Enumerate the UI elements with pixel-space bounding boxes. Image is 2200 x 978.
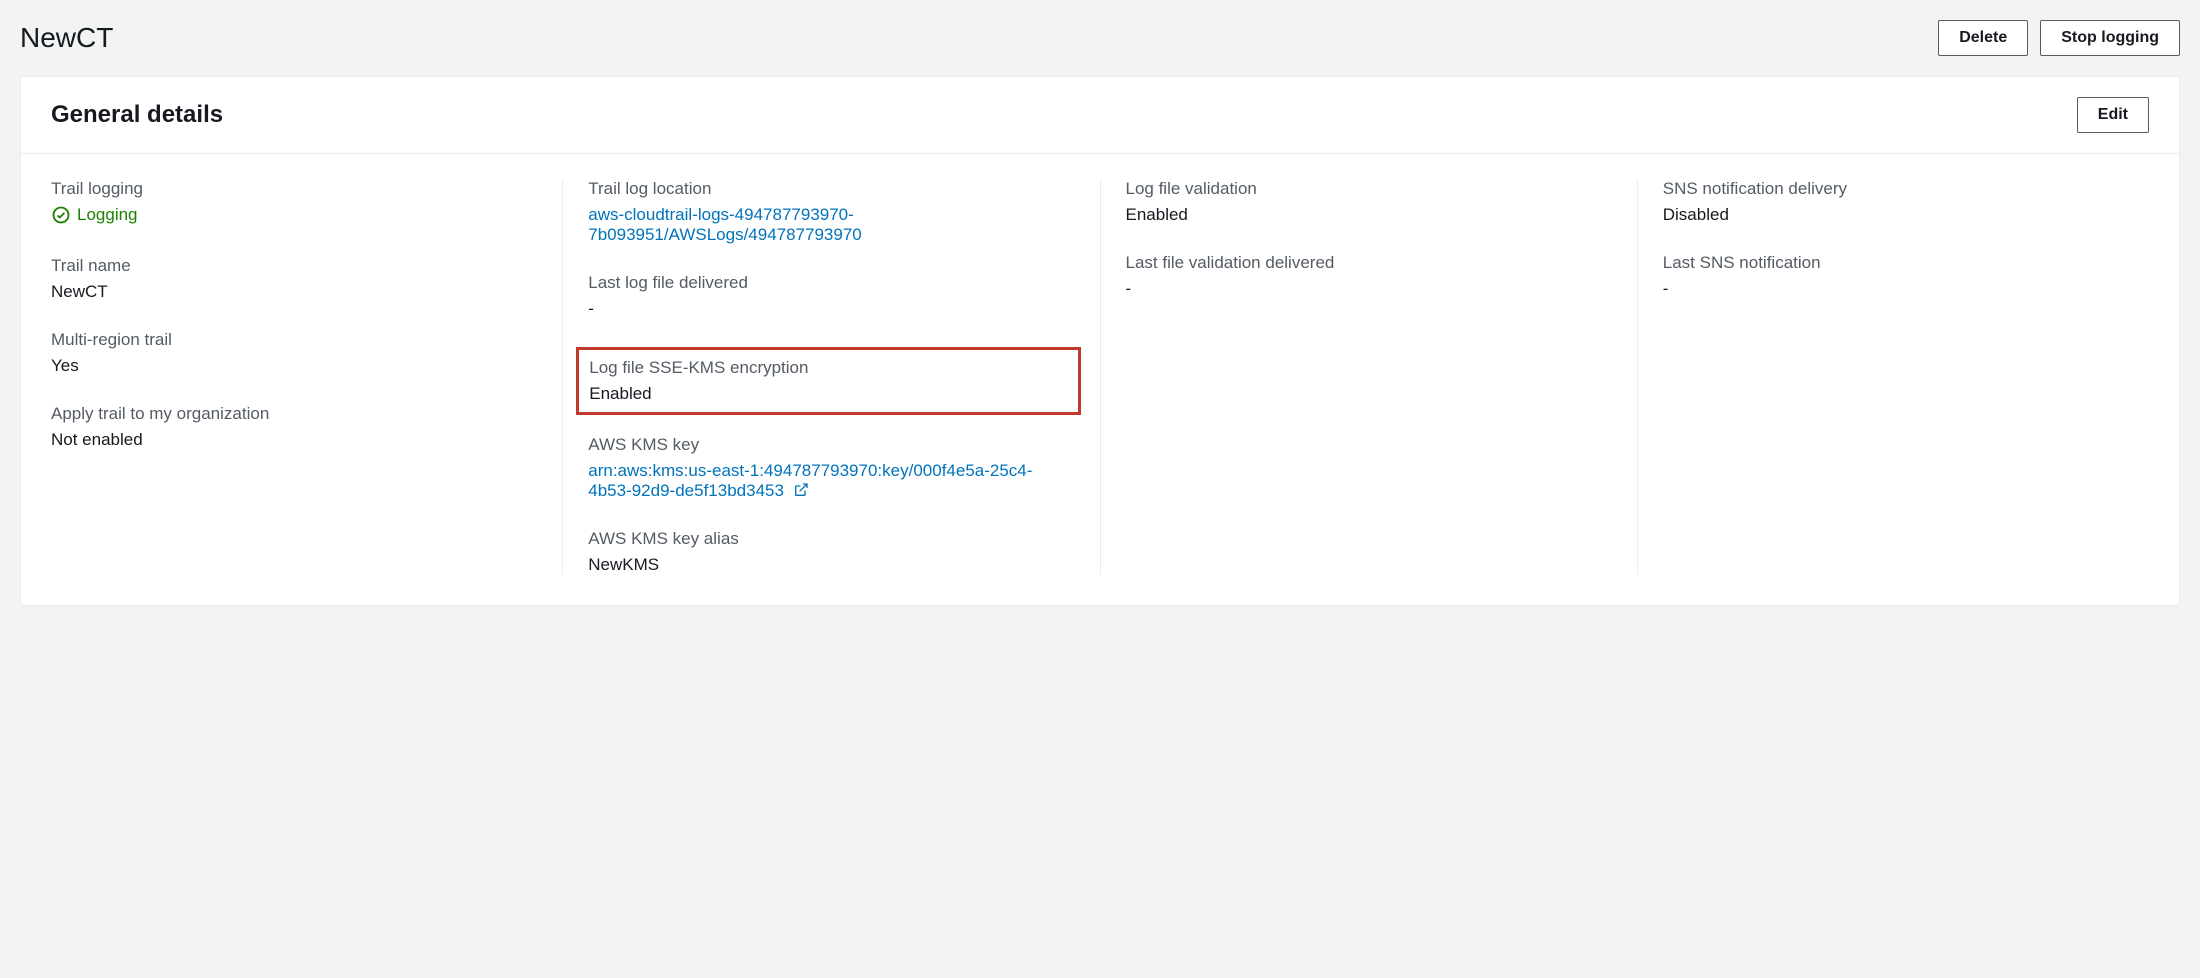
field-apply-org: Apply trail to my organization Not enabl… <box>51 404 537 450</box>
column-1: Trail logging Logging Trail name NewCT M… <box>51 179 562 575</box>
field-value: NewKMS <box>588 555 1074 575</box>
stop-logging-button[interactable]: Stop logging <box>2040 20 2180 56</box>
header-actions: Delete Stop logging <box>1938 20 2180 56</box>
field-label: Last log file delivered <box>588 273 1074 293</box>
kms-key-text: arn:aws:kms:us-east-1:494787793970:key/0… <box>588 461 1032 500</box>
field-sns: SNS notification delivery Disabled <box>1663 179 2149 225</box>
field-sse-kms: Log file SSE-KMS encryption Enabled <box>589 358 1067 404</box>
field-label: Last SNS notification <box>1663 253 2149 273</box>
field-label: AWS KMS key <box>588 435 1074 455</box>
field-last-sns: Last SNS notification - <box>1663 253 2149 299</box>
check-circle-icon <box>51 205 71 225</box>
status-logging: Logging <box>51 205 138 225</box>
field-value: - <box>1126 279 1612 299</box>
field-label: SNS notification delivery <box>1663 179 2149 199</box>
column-4: SNS notification delivery Disabled Last … <box>1637 179 2149 575</box>
panel-body: Trail logging Logging Trail name NewCT M… <box>21 154 2179 605</box>
field-trail-name: Trail name NewCT <box>51 256 537 302</box>
field-value: Yes <box>51 356 537 376</box>
general-details-panel: General details Edit Trail logging Loggi… <box>20 76 2180 606</box>
field-last-validation: Last file validation delivered - <box>1126 253 1612 299</box>
field-label: Last file validation delivered <box>1126 253 1612 273</box>
delete-button[interactable]: Delete <box>1938 20 2028 56</box>
field-log-validation: Log file validation Enabled <box>1126 179 1612 225</box>
field-label: Log file validation <box>1126 179 1612 199</box>
column-3: Log file validation Enabled Last file va… <box>1100 179 1637 575</box>
page-title: NewCT <box>20 22 113 54</box>
field-label: AWS KMS key alias <box>588 529 1074 549</box>
field-value: - <box>588 299 1074 319</box>
field-kms-alias: AWS KMS key alias NewKMS <box>588 529 1074 575</box>
panel-title: General details <box>51 101 223 129</box>
panel-header: General details Edit <box>21 77 2179 154</box>
edit-button[interactable]: Edit <box>2077 97 2149 133</box>
field-value: Disabled <box>1663 205 2149 225</box>
field-value: - <box>1663 279 2149 299</box>
field-value: Enabled <box>1126 205 1612 225</box>
field-last-log: Last log file delivered - <box>588 273 1074 319</box>
field-value: NewCT <box>51 282 537 302</box>
field-label: Trail log location <box>588 179 1074 199</box>
kms-key-link[interactable]: arn:aws:kms:us-east-1:494787793970:key/0… <box>588 461 1074 501</box>
field-label: Trail name <box>51 256 537 276</box>
field-label: Log file SSE-KMS encryption <box>589 358 1067 378</box>
field-multi-region: Multi-region trail Yes <box>51 330 537 376</box>
field-label: Multi-region trail <box>51 330 537 350</box>
field-trail-logging: Trail logging Logging <box>51 179 537 228</box>
field-label: Trail logging <box>51 179 537 199</box>
field-value: Enabled <box>589 384 1067 404</box>
field-label: Apply trail to my organization <box>51 404 537 424</box>
log-location-link[interactable]: aws-cloudtrail-logs-494787793970-7b09395… <box>588 205 1074 245</box>
field-kms-key: AWS KMS key arn:aws:kms:us-east-1:494787… <box>588 435 1074 501</box>
external-link-icon <box>793 482 809 498</box>
field-log-location: Trail log location aws-cloudtrail-logs-4… <box>588 179 1074 245</box>
column-2: Trail log location aws-cloudtrail-logs-4… <box>562 179 1099 575</box>
page-header: NewCT Delete Stop logging <box>20 20 2180 56</box>
highlight-sse-kms: Log file SSE-KMS encryption Enabled <box>576 347 1080 415</box>
status-text: Logging <box>77 205 138 225</box>
field-value: Not enabled <box>51 430 537 450</box>
